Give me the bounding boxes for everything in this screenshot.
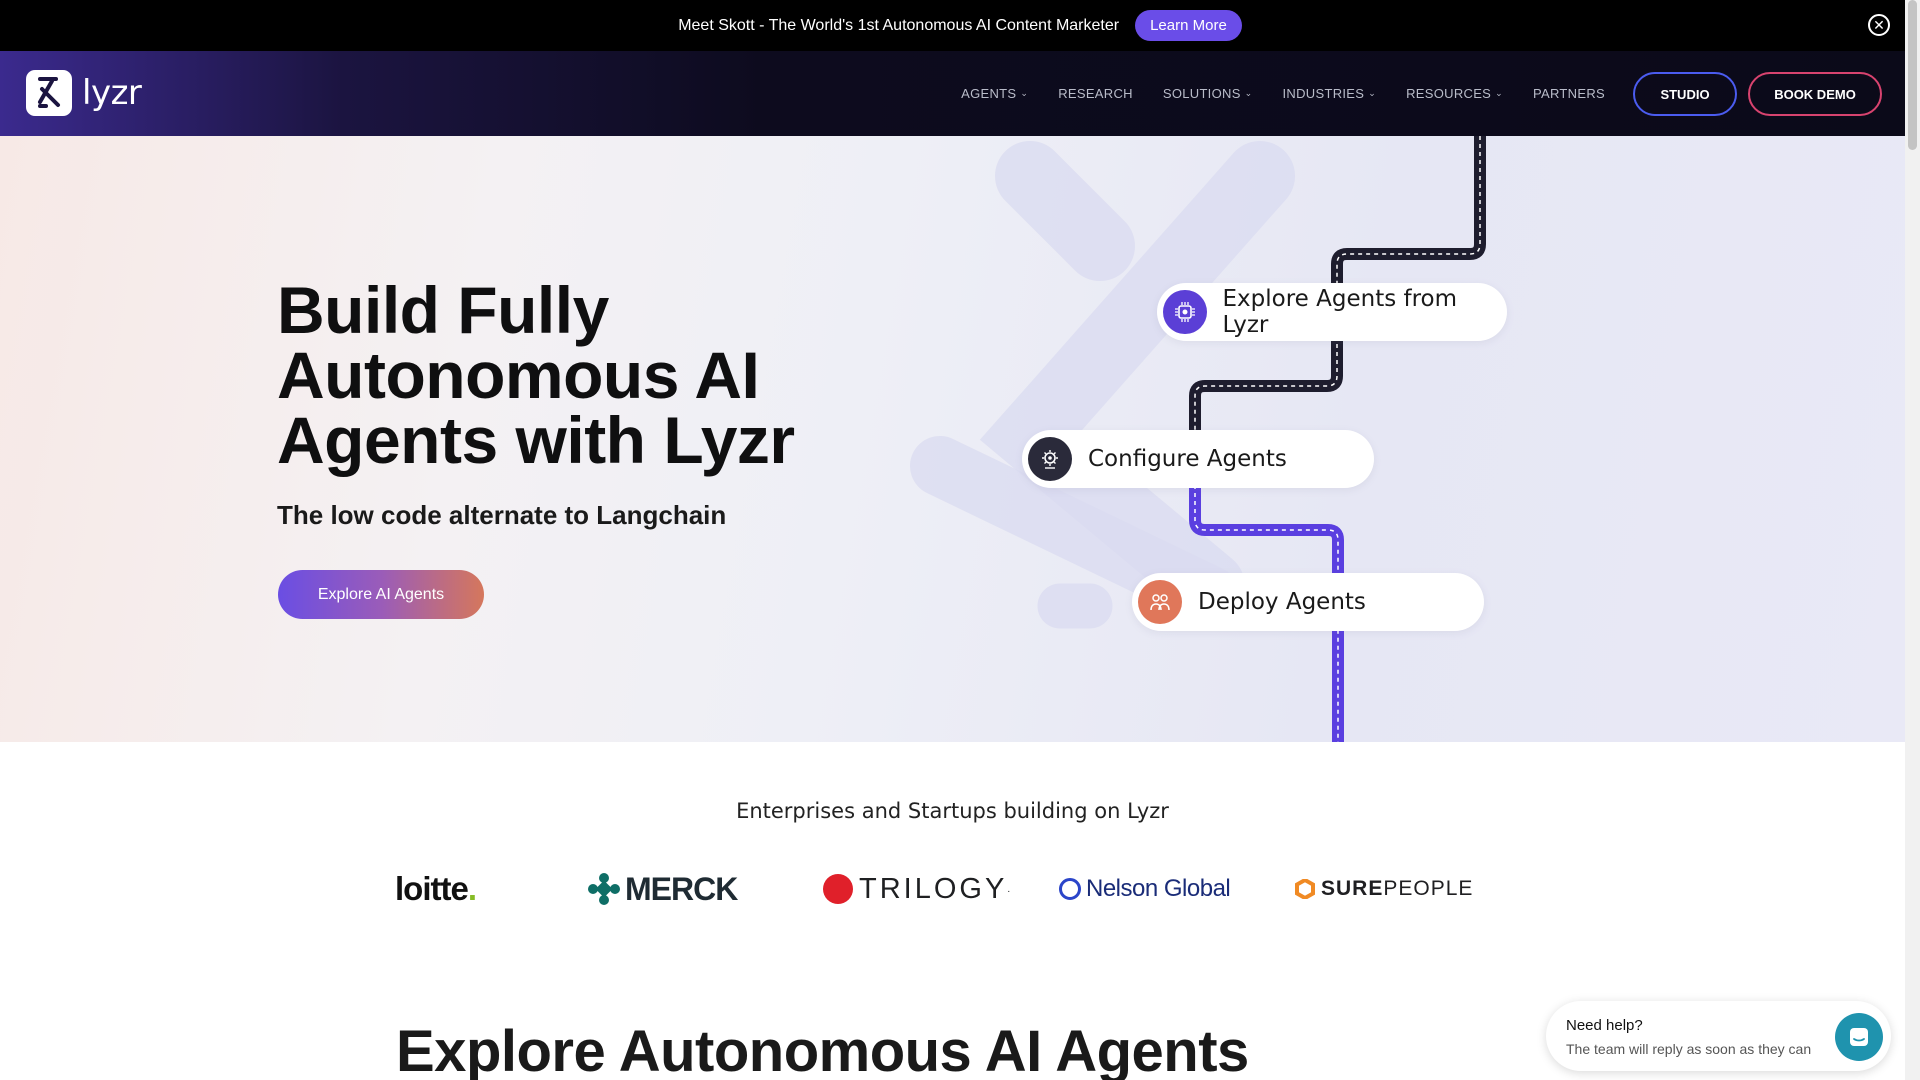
step-label: Explore Agents from Lyzr [1222,286,1458,338]
merck-mark-icon [588,873,620,905]
nav-item-resources[interactable]: RESOURCES ⌄ [1406,86,1503,101]
logo-text: lyzr [82,73,142,113]
help-widget[interactable]: Need help? The team will reply as soon a… [1546,1001,1891,1071]
client-logos: loitte. MERCK TRILOGY. Nelson Global SUR… [395,868,1472,910]
surepeople-logo: SURE PEOPLE [1295,868,1473,910]
hero-section: Build Fully Autonomous AI Agents with Ly… [0,136,1905,742]
chevron-down-icon: ⌄ [1244,88,1253,98]
announcement-text: Meet Skott - The World's 1st Autonomous … [678,16,1120,34]
hero-subtitle: The low code alternate to Langchain [277,500,727,530]
clients-title: Enterprises and Startups building on Lyz… [736,799,1169,823]
chip-icon [1163,290,1207,334]
gear-brain-icon [1028,437,1072,481]
help-title: Need help? [1566,1017,1643,1034]
hexagon-icon [1295,879,1315,899]
nav-item-label: INDUSTRIES [1282,86,1365,101]
people-icon [1138,580,1182,624]
explore-ai-agents-button[interactable]: Explore AI Agents [278,570,484,619]
nav-item-industries[interactable]: INDUSTRIES ⌄ [1283,86,1377,101]
hero-title: Build Fully Autonomous AI Agents with Ly… [277,273,795,477]
nav-item-label: AGENTS [961,86,1017,101]
step-label: Deploy Agents [1198,589,1366,615]
step-deploy-agents: Deploy Agents [1132,573,1484,631]
announcement-bar: Meet Skott - The World's 1st Autonomous … [0,0,1920,51]
step-label: Configure Agents [1088,446,1287,472]
deloitte-logo: loitte. [395,870,477,907]
learn-more-button[interactable]: Learn More [1135,10,1242,41]
nav-item-solutions[interactable]: SOLUTIONS ⌄ [1163,86,1253,101]
nav-item-label: RESEARCH [1058,86,1133,101]
lyzr-logo[interactable]: lyzr [26,70,142,116]
help-text: The team will reply as soon as they can [1566,1041,1812,1057]
nav-item-label: SOLUTIONS [1162,86,1241,101]
trilogy-mark-icon [823,874,853,904]
close-icon[interactable]: ✕ [1868,14,1890,36]
hero-title-line: Build Fully [277,273,609,347]
explore-section-title: Explore Autonomous AI Agents [396,1019,1249,1080]
step-explore-agents: Explore Agents from Lyzr [1157,283,1507,341]
page-scrollbar[interactable] [1905,0,1920,1080]
chevron-down-icon: ⌄ [1020,88,1029,98]
studio-button[interactable]: STUDIO [1633,72,1737,116]
nav-links: AGENTS ⌄ RESEARCH SOLUTIONS ⌄ INDUSTRIES ⌄ … [931,51,1605,136]
book-demo-button[interactable]: BOOK DEMO [1748,72,1882,116]
chat-icon[interactable] [1835,1013,1883,1061]
nav-item-research[interactable]: RESEARCH [1058,86,1133,101]
hero-title-line: Agents with Lyzr [277,403,795,477]
step-configure-agents: Configure Agents [1022,430,1374,488]
globe-icon [1059,878,1081,900]
nav-item-label: RESOURCES [1406,86,1492,101]
lyzr-logo-icon [26,70,72,116]
scrollbar-thumb[interactable] [1908,0,1917,150]
top-navigation: lyzr AGENTS ⌄ RESEARCH SOLUTIONS ⌄ INDUSTR… [0,51,1905,136]
nelson-global-logo: Nelson Global [1059,868,1231,910]
nav-item-partners[interactable]: PARTNERS [1533,86,1605,101]
trilogy-logo: TRILOGY. [823,868,1010,910]
nav-item-agents[interactable]: AGENTS ⌄ [961,86,1028,101]
chevron-down-icon: ⌄ [1368,88,1377,98]
hero-title-line: Autonomous AI [277,338,760,412]
merck-logo: MERCK [587,868,738,910]
chevron-down-icon: ⌄ [1495,88,1503,98]
nav-item-label: PARTNERS [1533,86,1605,101]
